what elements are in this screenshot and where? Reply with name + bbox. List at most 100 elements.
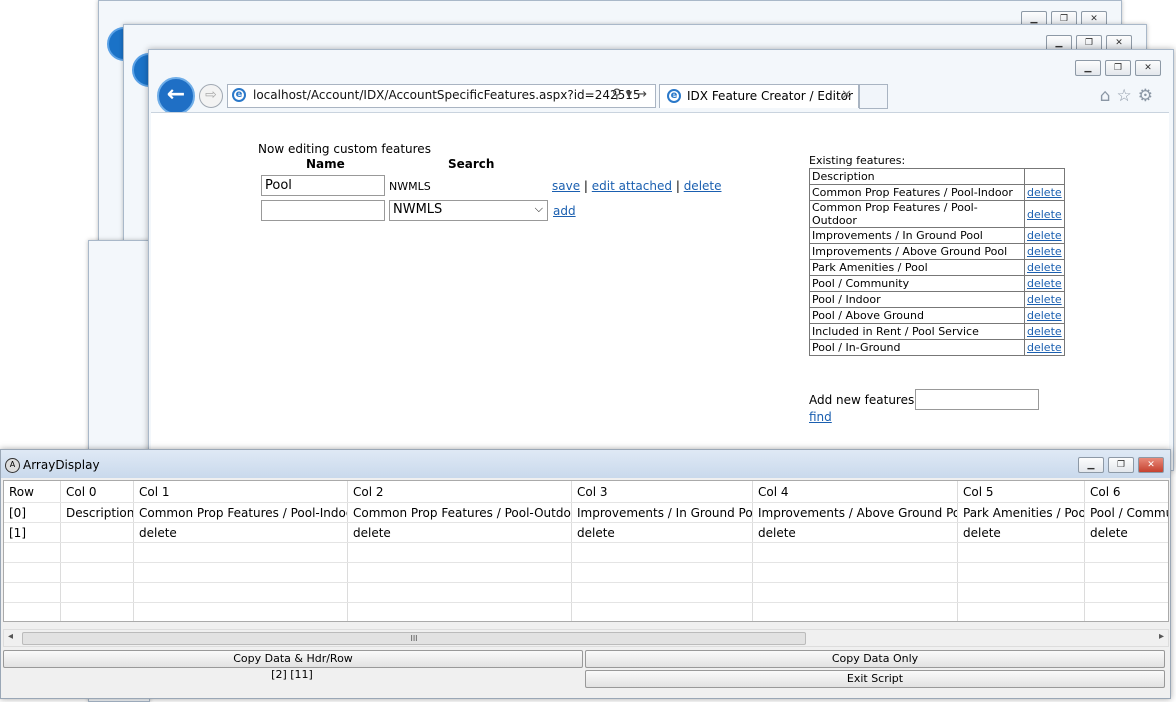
minimize-icon[interactable]: ▁ [1075, 60, 1101, 76]
feature-name-input[interactable]: Pool [261, 175, 385, 196]
grid-cell[interactable]: Common Prop Features / Pool-Outdoor [347, 502, 572, 523]
feature-delete-link[interactable]: delete [1027, 208, 1062, 221]
grid-column-header[interactable]: Row [4, 481, 61, 503]
address-bar[interactable]: e localhost/Account/IDX/AccountSpecificF… [227, 84, 656, 108]
empty-cell [752, 582, 958, 603]
exit-script-button[interactable]: Exit Script [585, 670, 1165, 688]
empty-row [4, 542, 1168, 563]
settings-gear-icon[interactable]: ⚙ [1138, 86, 1159, 106]
add-link[interactable]: add [553, 204, 576, 218]
horizontal-scrollbar[interactable]: ◂ III ▸ [3, 629, 1169, 647]
add-new-features-input[interactable] [915, 389, 1039, 410]
scroll-left-icon[interactable]: ◂ [8, 631, 13, 642]
grid-cell[interactable]: Description [60, 502, 134, 523]
grid-cell[interactable]: [0] [4, 502, 61, 523]
grid-cell[interactable]: Pool / Community [1084, 502, 1168, 523]
feature-delete-link[interactable]: delete [1027, 261, 1062, 274]
feature-delete-cell: delete [1024, 200, 1065, 228]
close-icon[interactable]: ✕ [1138, 457, 1164, 473]
scroll-right-icon[interactable]: ▸ [1159, 631, 1164, 642]
feature-row: Improvements / In Ground Pool delete [809, 227, 1065, 244]
copy-data-only-button[interactable]: Copy Data Only [585, 650, 1165, 668]
page-content: Now editing custom features Name Search … [151, 112, 1169, 469]
separator: | [675, 179, 680, 193]
grid-cell[interactable]: delete [347, 522, 572, 543]
empty-cell [4, 602, 61, 621]
restore-icon[interactable]: ❐ [1108, 457, 1134, 473]
feature-description: Improvements / Above Ground Pool [809, 243, 1025, 260]
grid-column-header[interactable]: Col 1 [133, 481, 348, 503]
grid-cell[interactable] [60, 522, 134, 543]
feature-description: Pool / Indoor [809, 291, 1025, 308]
grid-cell[interactable]: Improvements / Above Ground Pool [752, 502, 958, 523]
grid-column-header[interactable]: Col 6 [1084, 481, 1168, 503]
feature-description: Common Prop Features / Pool-Outdoor [809, 200, 1025, 228]
find-link[interactable]: find [809, 410, 832, 424]
table-row[interactable]: [0] Description Common Prop Features / Poo… [4, 502, 1168, 523]
feature-delete-cell: delete [1024, 275, 1065, 292]
go-icon[interactable]: → [636, 87, 651, 102]
feature-delete-cell: delete [1024, 184, 1065, 201]
new-feature-name-input[interactable] [261, 200, 385, 221]
grid-column-header[interactable]: Col 4 [752, 481, 958, 503]
grid-cell[interactable]: Common Prop Features / Pool-Indoor [133, 502, 348, 523]
back-button[interactable]: ← [157, 77, 195, 115]
search-select-value: NWMLS [393, 202, 443, 217]
forward-arrow-icon: ⇨ [205, 87, 217, 103]
dropdown-icon[interactable]: ▾ [626, 87, 637, 102]
feature-delete-link[interactable]: delete [1027, 229, 1062, 242]
browser-window: ▁ ❐ ✕ ← ⇨ e localhost/Account/IDX/Accoun… [148, 49, 1174, 471]
save-link[interactable]: save [552, 179, 580, 193]
grid-cell[interactable]: Park Amenities / Pool [957, 502, 1085, 523]
grid-cell[interactable]: delete [133, 522, 348, 543]
empty-cell [60, 602, 134, 621]
feature-description: Common Prop Features / Pool-Indoor [809, 184, 1025, 201]
table-row[interactable]: [1] delete delete delete delete delete delete [4, 522, 1168, 543]
delete-link[interactable]: delete [684, 179, 722, 193]
grid-column-header[interactable]: Col 2 [347, 481, 572, 503]
new-tab-button[interactable] [859, 84, 888, 109]
search-icon[interactable]: ⚲ [612, 87, 626, 102]
feature-delete-link[interactable]: delete [1027, 277, 1062, 290]
grid-cell[interactable]: delete [1084, 522, 1168, 543]
grid-column-header[interactable]: Col 3 [571, 481, 753, 503]
window-controls: ▁ ❐ ✕ [1075, 60, 1161, 76]
feature-delete-link[interactable]: delete [1027, 325, 1062, 338]
feature-delete-link[interactable]: delete [1027, 186, 1062, 199]
grid-cell[interactable]: [1] [4, 522, 61, 543]
feature-delete-link[interactable]: delete [1027, 245, 1062, 258]
grid-cell[interactable]: delete [571, 522, 753, 543]
favorites-star-icon[interactable]: ☆ [1117, 86, 1138, 106]
search-select[interactable]: NWMLS ⌵ [389, 200, 548, 221]
close-icon[interactable]: ✕ [1135, 60, 1161, 76]
grid-cell[interactable]: Improvements / In Ground Pool [571, 502, 753, 523]
grid-cell[interactable]: delete [752, 522, 958, 543]
empty-cell [347, 582, 572, 603]
edit-attached-link[interactable]: edit attached [592, 179, 672, 193]
feature-delete-cell: delete [1024, 259, 1065, 276]
feature-description: Pool / Community [809, 275, 1025, 292]
row1-actions: save | edit attached | delete [552, 179, 722, 193]
tab-close-icon[interactable]: ✕ [841, 88, 852, 103]
tab-idx-feature-editor[interactable]: e IDX Feature Creator / Editor ✕ [659, 84, 859, 108]
grid-column-header[interactable]: Col 5 [957, 481, 1085, 503]
feature-delete-cell: delete [1024, 227, 1065, 244]
empty-cell [1084, 542, 1168, 563]
forward-button[interactable]: ⇨ [199, 84, 223, 108]
empty-cell [133, 542, 348, 563]
address-url[interactable]: localhost/Account/IDX/AccountSpecificFea… [253, 88, 641, 102]
feature-delete-link[interactable]: delete [1027, 309, 1062, 322]
copy-data-hdr-row-button[interactable]: Copy Data & Hdr/Row [3, 650, 583, 668]
grid-cell[interactable]: delete [957, 522, 1085, 543]
scroll-thumb[interactable]: III [22, 632, 806, 645]
grid-column-header[interactable]: Col 0 [60, 481, 134, 503]
array-grid[interactable]: Row Col 0 Col 1 Col 2 Col 3 Col 4 Col 5 Col 6 [0… [3, 480, 1169, 622]
empty-cell [347, 602, 572, 621]
minimize-icon[interactable]: ▁ [1078, 457, 1104, 473]
empty-row [4, 582, 1168, 603]
home-icon[interactable]: ⌂ [1100, 86, 1117, 106]
feature-delete-link[interactable]: delete [1027, 341, 1062, 354]
empty-cell [1084, 602, 1168, 621]
restore-icon[interactable]: ❐ [1105, 60, 1131, 76]
feature-delete-link[interactable]: delete [1027, 293, 1062, 306]
